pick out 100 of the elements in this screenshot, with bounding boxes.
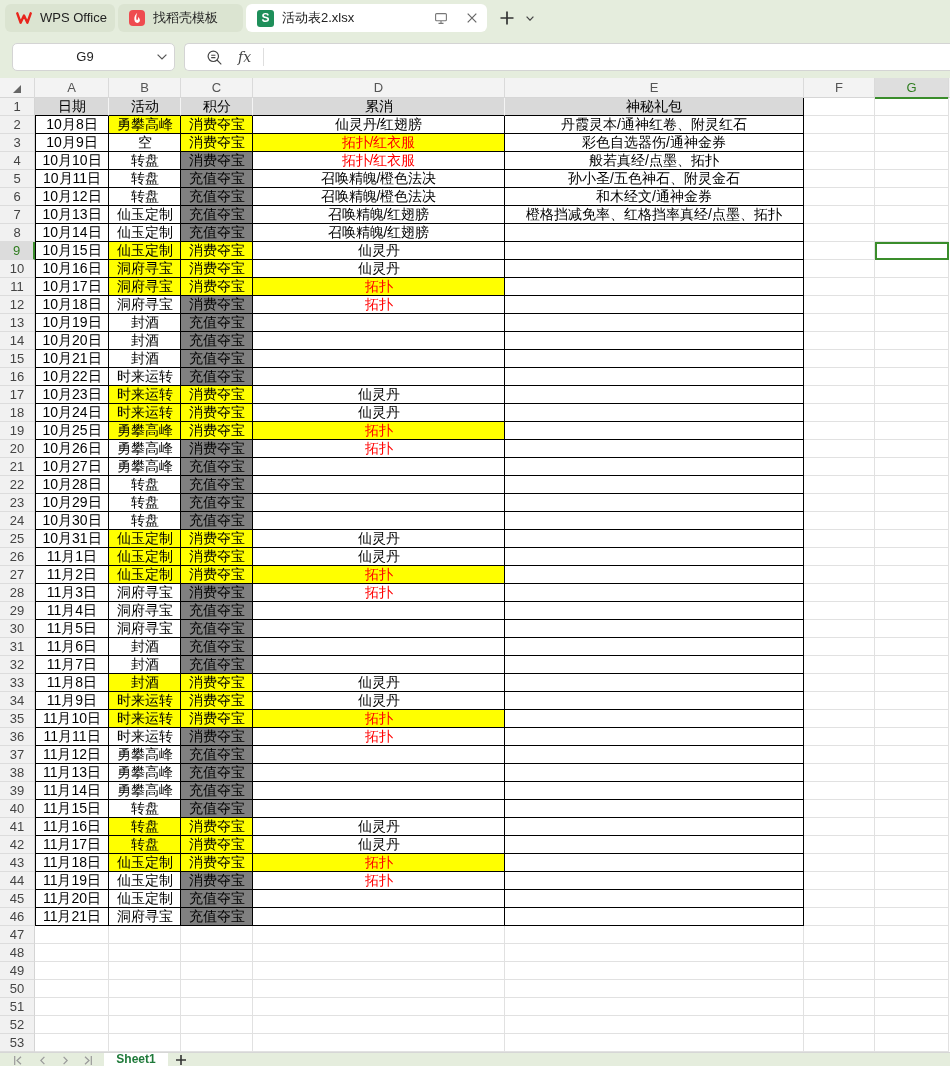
row-number[interactable]: 12 bbox=[0, 296, 35, 314]
row-number[interactable]: 45 bbox=[0, 890, 35, 908]
row-number[interactable]: 1 bbox=[0, 98, 35, 116]
selected-cell[interactable] bbox=[875, 242, 949, 260]
empty-cell[interactable] bbox=[505, 584, 804, 602]
empty-cell[interactable] bbox=[505, 836, 804, 854]
plus-icon[interactable] bbox=[176, 1055, 186, 1065]
row-number[interactable]: 33 bbox=[0, 674, 35, 692]
row-number[interactable]: 37 bbox=[0, 746, 35, 764]
row-number[interactable]: 41 bbox=[0, 818, 35, 836]
name-box[interactable]: G9 bbox=[12, 43, 175, 71]
skip-forward-icon[interactable] bbox=[84, 1056, 92, 1065]
row-number[interactable]: 39 bbox=[0, 782, 35, 800]
row-number[interactable]: 22 bbox=[0, 476, 35, 494]
row-number[interactable]: 27 bbox=[0, 566, 35, 584]
row-number[interactable]: 44 bbox=[0, 872, 35, 890]
empty-cell[interactable] bbox=[505, 512, 804, 530]
empty-cell[interactable] bbox=[505, 674, 804, 692]
sheet-tab[interactable]: Sheet1 bbox=[104, 1053, 168, 1066]
row-number[interactable]: 36 bbox=[0, 728, 35, 746]
empty-cell[interactable] bbox=[505, 440, 804, 458]
row-number[interactable]: 50 bbox=[0, 980, 35, 998]
row-number[interactable]: 23 bbox=[0, 494, 35, 512]
empty-cell[interactable] bbox=[505, 224, 804, 242]
row-number[interactable]: 16 bbox=[0, 368, 35, 386]
empty-cell[interactable] bbox=[505, 368, 804, 386]
row-number[interactable]: 46 bbox=[0, 908, 35, 926]
empty-cell[interactable] bbox=[505, 314, 804, 332]
row-number[interactable]: 25 bbox=[0, 530, 35, 548]
row-number[interactable]: 13 bbox=[0, 314, 35, 332]
empty-cell[interactable] bbox=[505, 764, 804, 782]
function-button[interactable]: fx bbox=[238, 49, 252, 65]
empty-cell[interactable] bbox=[505, 458, 804, 476]
row-number[interactable]: 35 bbox=[0, 710, 35, 728]
row-number[interactable]: 31 bbox=[0, 638, 35, 656]
empty-cell[interactable] bbox=[505, 350, 804, 368]
row-number[interactable]: 7 bbox=[0, 206, 35, 224]
row-number[interactable]: 11 bbox=[0, 278, 35, 296]
row-number[interactable]: 9 bbox=[0, 242, 35, 260]
document-tab[interactable]: S 活动表2.xlsx bbox=[246, 4, 487, 32]
empty-cell[interactable] bbox=[505, 872, 804, 890]
chevron-left-icon[interactable] bbox=[40, 1056, 45, 1065]
empty-cell[interactable] bbox=[505, 494, 804, 512]
empty-cell[interactable] bbox=[505, 260, 804, 278]
chevron-down-icon[interactable] bbox=[526, 15, 534, 21]
close-icon[interactable] bbox=[467, 13, 477, 23]
column-header[interactable]: G bbox=[875, 78, 949, 99]
row-number[interactable]: 18 bbox=[0, 404, 35, 422]
plus-icon[interactable] bbox=[500, 11, 514, 25]
empty-cell[interactable] bbox=[505, 404, 804, 422]
row-number[interactable]: 32 bbox=[0, 656, 35, 674]
empty-cell[interactable] bbox=[505, 638, 804, 656]
row-number[interactable]: 6 bbox=[0, 188, 35, 206]
row-number[interactable]: 49 bbox=[0, 962, 35, 980]
row-number[interactable]: 48 bbox=[0, 944, 35, 962]
row-number[interactable]: 14 bbox=[0, 332, 35, 350]
document-tab[interactable]: WPS Office bbox=[5, 4, 115, 32]
empty-cell[interactable] bbox=[505, 620, 804, 638]
chevron-down-icon[interactable] bbox=[157, 54, 167, 60]
empty-cell[interactable] bbox=[505, 908, 804, 926]
empty-cell[interactable] bbox=[505, 818, 804, 836]
empty-cell[interactable] bbox=[505, 692, 804, 710]
empty-cell[interactable] bbox=[505, 890, 804, 908]
row-number[interactable]: 28 bbox=[0, 584, 35, 602]
row-number[interactable]: 51 bbox=[0, 998, 35, 1016]
monitor-icon[interactable] bbox=[435, 12, 447, 24]
row-number[interactable]: 10 bbox=[0, 260, 35, 278]
magnifier-icon[interactable] bbox=[207, 49, 222, 65]
row-number[interactable]: 15 bbox=[0, 350, 35, 368]
empty-cell[interactable] bbox=[505, 800, 804, 818]
row-number[interactable]: 3 bbox=[0, 134, 35, 152]
row-number[interactable]: 20 bbox=[0, 440, 35, 458]
row-number[interactable]: 29 bbox=[0, 602, 35, 620]
document-tab[interactable]: 找稻壳模板 bbox=[118, 4, 243, 32]
empty-cell[interactable] bbox=[505, 548, 804, 566]
empty-cell[interactable] bbox=[505, 386, 804, 404]
empty-cell[interactable] bbox=[505, 296, 804, 314]
empty-cell[interactable] bbox=[505, 656, 804, 674]
row-number[interactable]: 34 bbox=[0, 692, 35, 710]
row-number[interactable]: 5 bbox=[0, 170, 35, 188]
row-number[interactable]: 17 bbox=[0, 386, 35, 404]
row-number[interactable]: 8 bbox=[0, 224, 35, 242]
row-number[interactable]: 21 bbox=[0, 458, 35, 476]
row-number[interactable]: 2 bbox=[0, 116, 35, 134]
empty-cell[interactable] bbox=[505, 746, 804, 764]
empty-cell[interactable] bbox=[505, 602, 804, 620]
chevron-right-icon[interactable] bbox=[63, 1056, 68, 1065]
corner-triangle-icon[interactable] bbox=[13, 84, 21, 93]
row-number[interactable]: 53 bbox=[0, 1034, 35, 1052]
row-number[interactable]: 43 bbox=[0, 854, 35, 872]
row-number[interactable]: 52 bbox=[0, 1016, 35, 1034]
row-number[interactable]: 40 bbox=[0, 800, 35, 818]
row-number[interactable]: 4 bbox=[0, 152, 35, 170]
empty-cell[interactable] bbox=[505, 728, 804, 746]
row-number[interactable]: 30 bbox=[0, 620, 35, 638]
empty-cell[interactable] bbox=[505, 242, 804, 260]
skip-back-icon[interactable] bbox=[14, 1056, 22, 1065]
row-number[interactable]: 24 bbox=[0, 512, 35, 530]
empty-cell[interactable] bbox=[505, 782, 804, 800]
empty-cell[interactable] bbox=[505, 332, 804, 350]
